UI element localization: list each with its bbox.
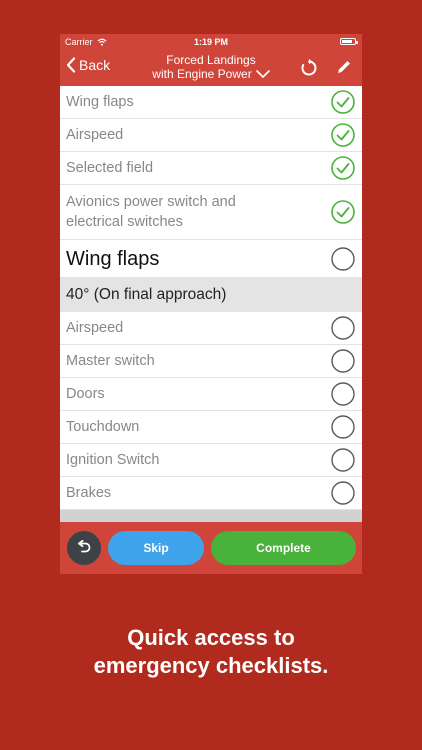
undo-icon <box>78 540 91 553</box>
list-end-divider <box>60 510 362 522</box>
nav-bar: Back Forced Landings with Engine Power <box>60 50 362 86</box>
check-circle-icon[interactable] <box>331 90 355 114</box>
undo-button[interactable] <box>67 531 101 565</box>
caption-line-2: emergency checklists. <box>93 653 329 678</box>
list-item[interactable]: Master switch <box>60 345 362 378</box>
promo-caption: Quick access to emergency checklists. <box>0 624 422 680</box>
back-label: Back <box>79 57 111 73</box>
empty-circle-icon[interactable] <box>331 448 355 472</box>
title-line-1: Forced Landings <box>166 53 256 67</box>
item-label: Brakes <box>66 485 112 501</box>
list-item[interactable]: Doors <box>60 378 362 411</box>
check-circle-icon[interactable] <box>331 200 355 224</box>
status-bar: Carrier 1:19 PM <box>60 34 362 50</box>
battery-fill <box>342 40 352 43</box>
item-label: Airspeed <box>66 127 124 143</box>
list-item[interactable]: Touchdown <box>60 411 362 444</box>
title-line-2: with Engine Power <box>152 67 252 81</box>
list-item[interactable]: Brakes <box>60 477 362 510</box>
refresh-icon <box>301 59 317 76</box>
item-label: Touchdown <box>66 419 140 435</box>
pencil-icon <box>338 61 350 73</box>
item-label: Selected field <box>66 160 154 176</box>
empty-circle-icon[interactable] <box>331 382 355 406</box>
list-item[interactable]: Wing flaps <box>60 86 362 119</box>
current-item-label: Wing flaps <box>66 247 160 270</box>
edit-button[interactable] <box>336 59 352 80</box>
check-circle-icon[interactable] <box>331 156 355 180</box>
list-item[interactable]: Avionics power switch and electrical swi… <box>60 185 362 240</box>
item-label: Airspeed <box>66 320 124 336</box>
bottom-action-bar: Skip Complete <box>60 522 362 574</box>
check-circle-icon[interactable] <box>331 123 355 147</box>
checklist: Wing flaps Airspeed Selected field Avion… <box>60 86 362 522</box>
checklist-title-dropdown[interactable]: Forced Landings with Engine Power <box>130 53 292 81</box>
status-time: 1:19 PM <box>193 37 228 47</box>
caption-line-1: Quick access to <box>127 625 295 650</box>
empty-circle-icon[interactable] <box>331 349 355 373</box>
item-label: Avionics power switch and electrical swi… <box>66 194 236 230</box>
empty-circle-icon[interactable] <box>331 246 355 271</box>
empty-circle-icon[interactable] <box>331 316 355 340</box>
reset-button[interactable] <box>300 59 318 82</box>
back-button[interactable]: Back <box>66 57 110 73</box>
battery-icon <box>340 38 358 45</box>
item-label: Ignition Switch <box>66 452 160 468</box>
item-label: Master switch <box>66 353 155 369</box>
section-header: 40° (On final approach) <box>60 278 362 312</box>
current-list-item[interactable]: Wing flaps <box>60 240 362 278</box>
list-item[interactable]: Airspeed <box>60 312 362 345</box>
chevron-left-icon <box>66 57 76 73</box>
chevron-down-icon <box>255 70 270 78</box>
complete-button[interactable]: Complete <box>211 531 356 565</box>
list-item[interactable]: Airspeed <box>60 119 362 152</box>
list-item[interactable]: Ignition Switch <box>60 444 362 477</box>
empty-circle-icon[interactable] <box>331 481 355 505</box>
item-label: Doors <box>66 386 105 402</box>
list-item[interactable]: Selected field <box>60 152 362 185</box>
phone-screen: Carrier 1:19 PM Back Forced Landings wit… <box>60 34 362 574</box>
item-label: Wing flaps <box>66 94 134 110</box>
skip-button[interactable]: Skip <box>108 531 204 565</box>
empty-circle-icon[interactable] <box>331 415 355 439</box>
